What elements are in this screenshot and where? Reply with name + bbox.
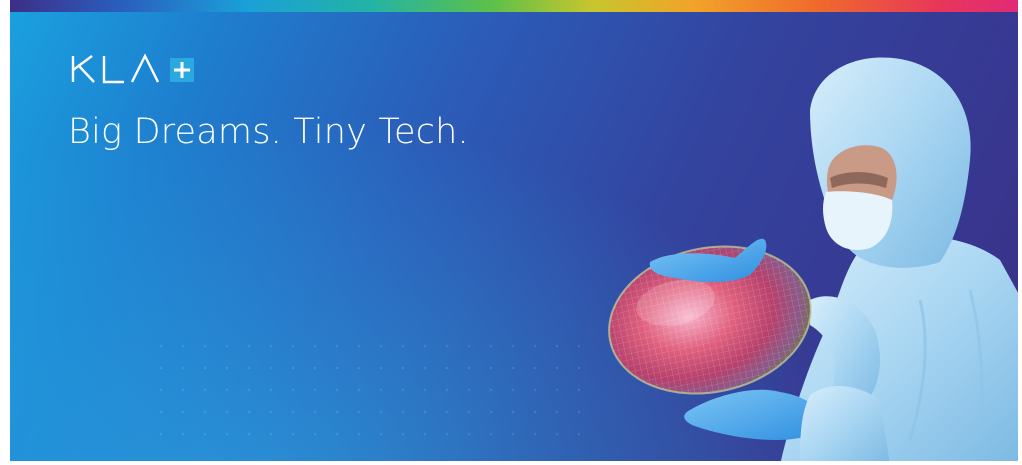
tagline: Big Dreams. Tiny Tech. xyxy=(68,112,469,152)
frame-bottom xyxy=(0,461,1022,465)
kla-wordmark xyxy=(71,53,194,84)
frame-right xyxy=(1018,0,1022,465)
frame-left xyxy=(0,0,10,465)
kla-logo[interactable]: KLA xyxy=(70,52,230,86)
dot-pattern xyxy=(150,335,580,455)
technician-with-wafer-photo xyxy=(608,57,1022,465)
rainbow-stripe xyxy=(0,0,1022,12)
hero-banner: KLA Big Dreams. Tiny Tech. xyxy=(0,0,1022,465)
plus-icon xyxy=(170,58,194,82)
